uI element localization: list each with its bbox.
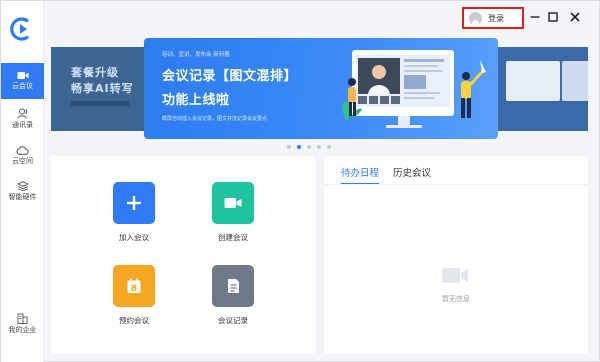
banner-slide-previous[interactable]: 套餐升级 畅享AI转写 (51, 47, 145, 131)
carousel-dot[interactable] (287, 145, 291, 149)
tab-meeting-history[interactable]: 历史会议 (393, 165, 431, 185)
video-camera-icon (17, 72, 28, 79)
building-icon (17, 313, 28, 324)
join-meeting-label: 加入会议 (119, 233, 149, 242)
banner-illustration-icon (342, 50, 486, 128)
sidebar-item-cloud-space[interactable]: 云空间 (1, 138, 44, 174)
contacts-icon (16, 108, 27, 119)
create-meeting-tile (212, 182, 254, 224)
tab-todo-schedule[interactable]: 待办日程 (341, 165, 380, 185)
create-meeting-label: 创建会议 (218, 233, 248, 242)
empty-state-text: 暂无信息 (442, 295, 470, 303)
cloud-icon (16, 146, 29, 155)
banner-slide-next[interactable] (498, 47, 588, 131)
banner-next-screen (506, 61, 560, 101)
maximize-button[interactable] (545, 9, 561, 25)
banner-headline-2: 功能上线啦 (162, 93, 230, 108)
banner-description: 截屏自动插入会议记录，图文并茂记录会议要点 (162, 116, 268, 122)
plus-icon (127, 196, 141, 210)
sidebar-item-my-enterprise[interactable]: 我的企业 (1, 306, 44, 342)
quick-actions-panel: 加入会议 创建会议 8 预约会议 会议记录 (51, 156, 315, 354)
sidebar-item-label: 通讯录 (12, 121, 33, 129)
meeting-records-label: 会议记录 (218, 316, 248, 325)
camera-icon (224, 198, 242, 208)
hardware-icon (16, 180, 29, 191)
carousel-dot[interactable] (317, 145, 321, 149)
minimize-button[interactable] (527, 9, 543, 25)
sidebar-item-label: 云空间 (12, 157, 33, 165)
carousel-dot[interactable] (327, 145, 331, 149)
login-label: 登录 (488, 13, 504, 23)
banner-headline-1: 会议记录【图文混排】 (162, 69, 298, 84)
calendar-icon: 8 (127, 278, 141, 294)
create-meeting-button[interactable]: 创建会议 (203, 182, 263, 243)
join-meeting-tile (113, 182, 155, 224)
carousel-dot[interactable] (307, 145, 311, 149)
schedule-meeting-label: 预约会议 (119, 316, 149, 325)
divider (324, 184, 588, 185)
sidebar-item-label: 智能硬件 (8, 192, 37, 201)
sidebar-item-label: 云会议 (12, 82, 33, 90)
banner-tagline: 培训、宣讲、发布会 新利器 (162, 52, 230, 58)
schedule-meeting-button[interactable]: 8 预约会议 (104, 265, 164, 326)
calendar-number: 8 (131, 284, 137, 294)
app-window: 云会议 通讯录 云空间 智能硬件 我的企业 登录 套餐升级 畅享AI转写 培训、… (0, 0, 600, 362)
schedule-meeting-tile: 8 (113, 265, 155, 307)
schedule-tabs: 待办日程 历史会议 (341, 165, 431, 185)
app-logo-icon (10, 17, 29, 41)
empty-state-camera-icon (442, 268, 468, 283)
schedule-panel: 待办日程 历史会议 暂无信息 (324, 156, 588, 354)
carousel-dots (287, 145, 331, 149)
carousel-dot-active[interactable] (297, 145, 301, 149)
meeting-records-button[interactable]: 会议记录 (203, 265, 263, 326)
minimize-icon (530, 16, 540, 18)
sidebar-item-meetings[interactable]: 云会议 (1, 63, 44, 99)
banner-next-screen-2 (562, 61, 588, 101)
meeting-records-tile (212, 265, 254, 307)
document-icon (227, 279, 239, 293)
login-button[interactable]: 登录 (462, 7, 524, 29)
maximize-icon (548, 12, 558, 22)
avatar (469, 11, 482, 25)
sidebar: 云会议 通讯录 云空间 智能硬件 我的企业 (1, 1, 44, 362)
banner-prev-text-2: 畅享AI转写 (71, 82, 134, 95)
sidebar-item-smart-hardware[interactable]: 智能硬件 (1, 173, 44, 209)
banner-prev-text-1: 套餐升级 (71, 66, 119, 79)
banner-prev-strip (71, 101, 129, 106)
banner-slide-current[interactable]: 培训、宣讲、发布会 新利器 会议记录【图文混排】 功能上线啦 截屏自动插入会议记… (144, 38, 498, 139)
join-meeting-button[interactable]: 加入会议 (104, 182, 164, 243)
close-icon (570, 12, 580, 22)
sidebar-item-label: 我的企业 (8, 326, 37, 334)
close-button[interactable] (567, 9, 583, 25)
sidebar-item-contacts[interactable]: 通讯录 (1, 101, 44, 137)
